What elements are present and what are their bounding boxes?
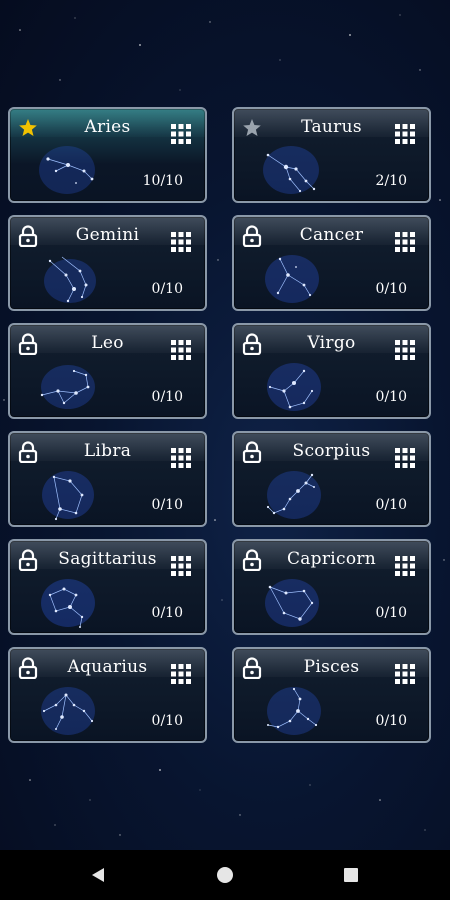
home-circle-icon[interactable] xyxy=(215,865,235,885)
leo-constellation-image xyxy=(40,365,95,409)
grid-icon[interactable] xyxy=(171,448,191,468)
grid-icon[interactable] xyxy=(395,340,415,360)
grid-icon[interactable] xyxy=(395,448,415,468)
capricorn-constellation-image xyxy=(265,579,319,627)
progress-count: 0/10 xyxy=(151,713,183,729)
progress-count: 0/10 xyxy=(375,389,407,405)
grid-icon[interactable] xyxy=(171,340,191,360)
cancer-constellation-image xyxy=(265,255,319,303)
progress-count: 0/10 xyxy=(375,605,407,621)
aries-constellation-image xyxy=(39,146,95,194)
progress-count: 0/10 xyxy=(151,605,183,621)
scorpius-constellation-image xyxy=(266,471,321,519)
constellation-card-capricorn[interactable]: Capricorn 0/10 xyxy=(232,539,431,635)
constellation-card-taurus[interactable]: Taurus 2/10 xyxy=(232,107,431,203)
libra-constellation-image xyxy=(42,471,94,521)
virgo-constellation-image xyxy=(267,363,321,411)
grid-icon[interactable] xyxy=(395,232,415,252)
progress-count: 0/10 xyxy=(151,497,183,513)
grid-icon[interactable] xyxy=(171,556,191,576)
grid-icon[interactable] xyxy=(395,124,415,144)
progress-count: 10/10 xyxy=(142,173,183,189)
back-triangle-icon[interactable] xyxy=(88,865,108,885)
progress-count: 2/10 xyxy=(375,173,407,189)
constellation-card-libra[interactable]: Libra 0/10 xyxy=(8,431,207,527)
constellation-card-gemini[interactable]: Gemini 0/10 xyxy=(8,215,207,311)
constellation-grid: Aries 10/10 Taurus 2/10 Gemini 0/10 Canc… xyxy=(8,107,432,743)
constellation-card-scorpius[interactable]: Scorpius 0/10 xyxy=(232,431,431,527)
progress-count: 0/10 xyxy=(151,281,183,297)
progress-count: 0/10 xyxy=(151,389,183,405)
progress-count: 0/10 xyxy=(375,281,407,297)
constellation-card-virgo[interactable]: Virgo 0/10 xyxy=(232,323,431,419)
constellation-card-aries[interactable]: Aries 10/10 xyxy=(8,107,207,203)
progress-count: 0/10 xyxy=(375,497,407,513)
constellation-card-pisces[interactable]: Pisces 0/10 xyxy=(232,647,431,743)
progress-count: 0/10 xyxy=(375,713,407,729)
android-navigation-bar xyxy=(0,850,450,900)
grid-icon[interactable] xyxy=(395,664,415,684)
pisces-constellation-image xyxy=(267,687,321,735)
constellation-card-cancer[interactable]: Cancer 0/10 xyxy=(232,215,431,311)
grid-icon[interactable] xyxy=(171,232,191,252)
constellation-card-leo[interactable]: Leo 0/10 xyxy=(8,323,207,419)
sagittarius-constellation-image xyxy=(41,579,95,628)
grid-icon[interactable] xyxy=(395,556,415,576)
gemini-constellation-image xyxy=(44,256,96,303)
grid-icon[interactable] xyxy=(171,664,191,684)
constellation-card-aquarius[interactable]: Aquarius 0/10 xyxy=(8,647,207,743)
taurus-constellation-image xyxy=(263,146,319,194)
grid-icon[interactable] xyxy=(171,124,191,144)
recents-square-icon[interactable] xyxy=(341,865,361,885)
constellation-card-sagittarius[interactable]: Sagittarius 0/10 xyxy=(8,539,207,635)
aquarius-constellation-image xyxy=(41,687,95,735)
